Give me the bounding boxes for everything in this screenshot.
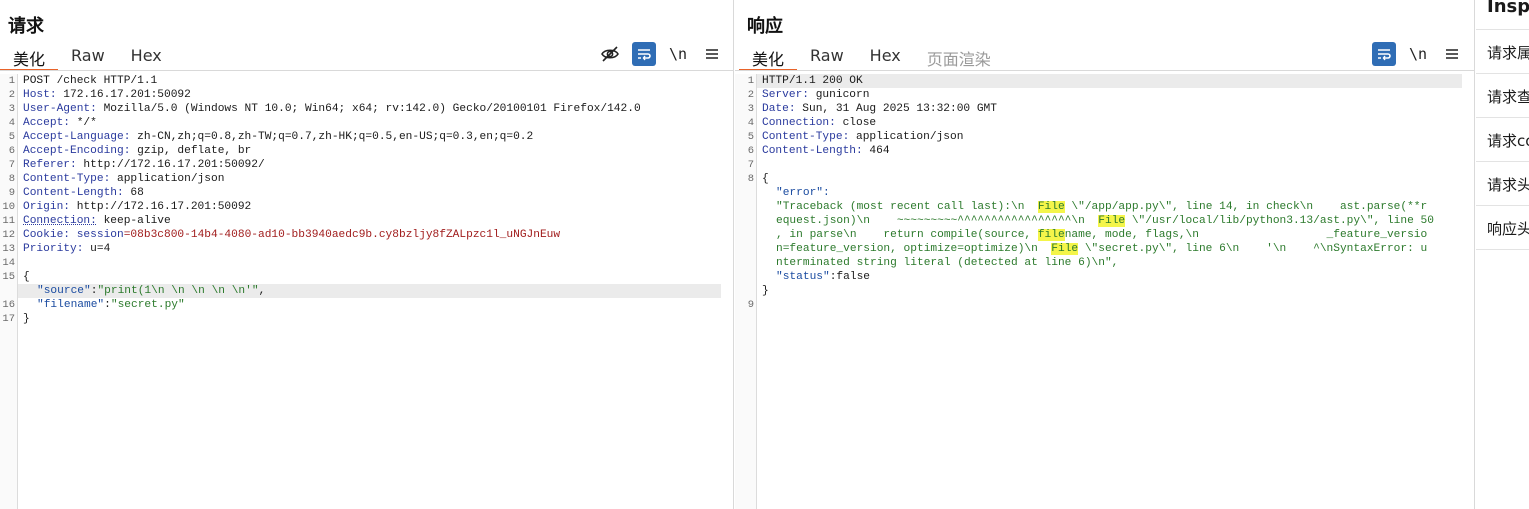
request-tab-divider [0,70,733,71]
request-tab-raw[interactable]: Raw [58,42,118,71]
response-tab-pretty[interactable]: 美化 [739,42,798,71]
request-tab-pretty[interactable]: 美化 [0,42,59,71]
hide-eye-icon[interactable] [598,42,622,66]
code-line: "Traceback (most recent call last):\n Fi… [776,201,1428,213]
response-title: 响应 [747,16,783,37]
code-line: 9 [747,299,754,311]
inspector-request-cookies[interactable]: 请求cookie [1476,118,1529,162]
code-line: 11 Connection: keep-alive [2,215,171,227]
response-pane: 响应 美化 Raw Hex 页面渲染 \n 1 HTTP/1.1 200 OK 2… [735,0,1475,509]
inspector-request-query-params[interactable]: 请求查询参数 [1476,74,1529,118]
request-newline-toggle[interactable]: \n [666,42,690,66]
response-tab-hex[interactable]: Hex [857,42,914,71]
code-line: n=feature_version, optimize=optimize)\n … [776,243,1428,255]
code-line: 8 Content-Type: application/json [8,173,225,185]
code-line: nterminated string literal (detected at … [776,257,1119,269]
request-tab-hex[interactable]: Hex [118,42,175,71]
wrap-lines-icon[interactable] [632,42,656,66]
code-line: , in parse\n return compile(source, file… [776,229,1428,241]
code-line: 9 Content-Length: 68 [8,187,144,199]
code-line: 16 "filename":"secret.py" [2,299,185,311]
inspector-request-attributes[interactable]: 请求属性 [1476,30,1529,74]
request-editor[interactable]: 1 POST /check HTTP/1.1 2 Host: 172.16.17.2… [0,74,733,509]
code-line: 8{ [747,173,769,185]
response-newline-toggle[interactable]: \n [1406,42,1430,66]
code-line: 14 [2,257,15,269]
code-line: 1 POST /check HTTP/1.1 [8,75,158,87]
code-line: "error": [776,187,830,199]
request-menu-icon[interactable] [700,42,724,66]
code-line: 13 Priority: u=4 [2,243,111,255]
request-title: 请求 [8,16,44,37]
code-line: 4 Connection: close [747,117,877,129]
response-toolbar: \n [1372,42,1464,66]
code-line: 15{ [2,271,30,283]
inspector-response-headers[interactable]: 响应头 [1476,206,1529,250]
code-line: 5 Accept-Language: zh-CN,zh;q=0.8,zh-TW;q… [8,131,534,143]
code-line: 7 [747,159,754,171]
code-line: 12 Cookie: session=08b3c800-14b4-4080-ad1… [2,229,561,241]
code-line: 6 Accept-Encoding: gzip, deflate, br [8,145,252,157]
code-line: 3 Date: Sun, 31 Aug 2025 13:32:00 GMT [747,103,997,115]
response-tab-divider [735,70,1474,71]
code-line: } [762,285,769,297]
request-tabs: 美化 Raw Hex [0,42,175,71]
request-toolbar: \n [598,42,724,66]
wrap-lines-icon[interactable] [1372,42,1396,66]
code-line: 6 Content-Length: 464 [747,145,890,157]
code-line: 2 Server: gunicorn [747,89,870,101]
code-line: 4 Accept: */* [8,117,97,129]
code-line: "status":false [776,271,871,283]
response-tab-render[interactable]: 页面渲染 [914,42,1004,71]
response-editor[interactable]: 1 HTTP/1.1 200 OK 2 Server: gunicorn 3 Date… [735,74,1474,509]
response-menu-icon[interactable] [1440,42,1464,66]
code-line-active: 1 HTTP/1.1 200 OK [748,74,1462,88]
request-pane: 请求 美化 Raw Hex \n 1 POST /check HTTP/1.1 2… [0,0,734,509]
code-line: 17} [2,313,30,325]
code-line: 2 Host: 172.16.17.201:50092 [8,89,191,101]
code-line: 10 Origin: http://172.16.17.201:50092 [2,201,252,213]
response-tabs: 美化 Raw Hex 页面渲染 [739,42,1004,71]
code-line: 3 User-Agent: Mozilla/5.0 (Windows NT 10.… [8,103,641,115]
code-line-active: "source":"print(1\n \n \n \n \n'", [18,284,721,298]
inspector-request-headers[interactable]: 请求头 [1476,162,1529,206]
inspector-panel: Inspector 请求属性 请求查询参数 请求cookie 请求头 响应头 [1476,0,1529,509]
inspector-title: Inspector [1487,0,1529,17]
response-tab-raw[interactable]: Raw [797,42,857,71]
code-line: equest.json)\n ~~~~~~~~~^^^^^^^^^^^^^^^^… [776,215,1434,227]
code-line: 5 Content-Type: application/json [747,131,964,143]
code-line: 7 Referer: http://172.16.17.201:50092/ [8,159,265,171]
